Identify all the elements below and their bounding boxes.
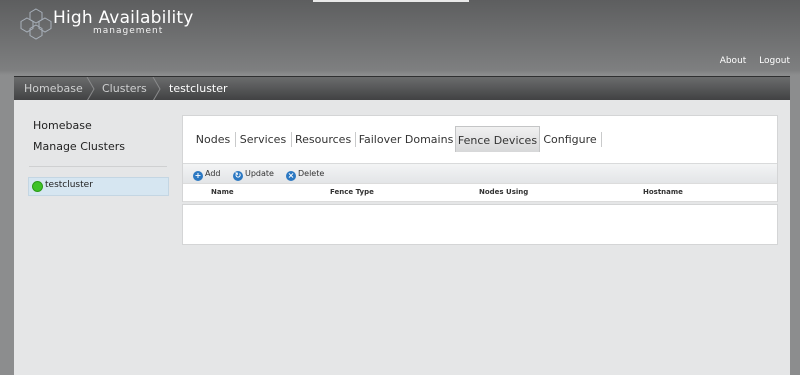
hexagon-logo-icon: [20, 8, 52, 40]
delete-button-label: Delete: [298, 169, 325, 178]
plus-icon: +: [193, 171, 203, 181]
update-button[interactable]: ↻ Update: [233, 167, 274, 181]
breadcrumb-homebase[interactable]: Homebase: [24, 82, 83, 95]
cluster-tabs: Nodes Services Resources Failover Domain…: [183, 126, 777, 152]
sidebar-link-manage-clusters[interactable]: Manage Clusters: [33, 140, 125, 153]
brand-title: High Availability: [53, 8, 194, 28]
breadcrumb-separator-icon: [152, 77, 161, 101]
refresh-icon: ↻: [233, 171, 243, 181]
fence-toolbar: + Add ↻ Update × Delete: [183, 163, 777, 183]
breadcrumb-separator-icon: [86, 77, 95, 101]
main-content: Homebase Manage Clusters testcluster Nod…: [14, 100, 790, 375]
app-header: High Availability management About Logou…: [0, 0, 800, 76]
sidebar-cluster-testcluster[interactable]: testcluster: [28, 177, 169, 196]
breadcrumb-clusters[interactable]: Clusters: [102, 82, 147, 95]
logout-link[interactable]: Logout: [759, 56, 790, 66]
column-header-name[interactable]: Name: [211, 188, 234, 196]
add-button[interactable]: + Add: [193, 167, 221, 181]
sidebar-divider: [29, 166, 167, 167]
status-running-icon: [32, 181, 43, 192]
tab-services[interactable]: Services: [239, 126, 287, 152]
top-highlight-line: [313, 0, 469, 2]
brand-subtitle: management: [93, 26, 164, 36]
breadcrumb: Homebase Clusters testcluster: [14, 76, 790, 101]
tab-nodes[interactable]: Nodes: [193, 126, 233, 152]
delete-x-icon: ×: [286, 171, 296, 181]
top-links: About Logout: [710, 56, 790, 66]
about-link[interactable]: About: [720, 56, 747, 66]
sidebar: Homebase Manage Clusters testcluster: [14, 100, 174, 375]
tab-fence-devices[interactable]: Fence Devices: [455, 126, 540, 152]
tab-failover-domains[interactable]: Failover Domains: [358, 126, 454, 152]
add-button-label: Add: [205, 169, 221, 178]
tab-divider: [355, 132, 356, 147]
column-header-nodes-using[interactable]: Nodes Using: [479, 188, 528, 196]
cluster-label: testcluster: [45, 180, 93, 190]
fence-device-details-panel: [182, 204, 778, 245]
fence-table-header: Name Fence Type Nodes Using Hostname: [183, 183, 777, 202]
column-header-hostname[interactable]: Hostname: [643, 188, 683, 196]
tab-divider: [601, 132, 602, 147]
column-header-fence-type[interactable]: Fence Type: [330, 188, 374, 196]
breadcrumb-current-cluster: testcluster: [169, 82, 228, 95]
tab-divider: [235, 132, 236, 147]
delete-button[interactable]: × Delete: [286, 167, 324, 181]
sidebar-link-homebase[interactable]: Homebase: [33, 119, 92, 132]
tab-configure[interactable]: Configure: [543, 126, 597, 152]
fence-devices-panel: Nodes Services Resources Failover Domain…: [182, 115, 778, 202]
tab-resources[interactable]: Resources: [295, 126, 351, 152]
tab-divider: [291, 132, 292, 147]
update-button-label: Update: [245, 169, 274, 178]
